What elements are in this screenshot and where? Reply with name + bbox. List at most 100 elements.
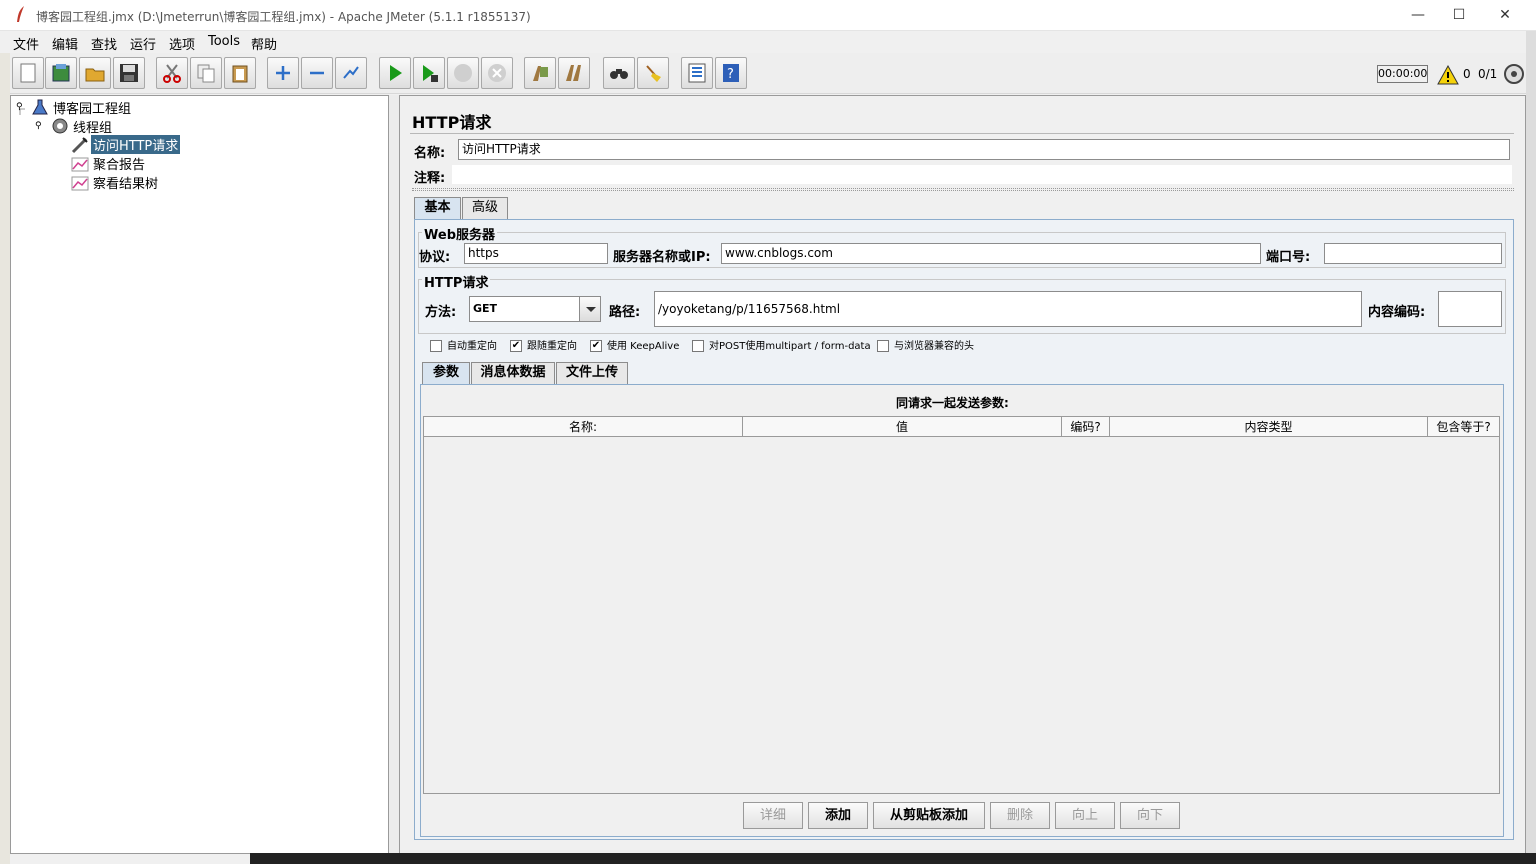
up-button[interactable]: 向上 [1055, 802, 1115, 829]
tree-node-aggregate-report[interactable]: 聚合报告 [93, 154, 145, 173]
thread-count: 0/1 [1478, 67, 1498, 81]
checkbox-follow-redirects[interactable]: ✔ 跟随重定向 [510, 337, 577, 352]
maximize-button[interactable]: ☐ [1436, 0, 1482, 31]
new-icon[interactable] [12, 57, 44, 89]
server-label: 服务器名称或IP: [613, 250, 711, 265]
split-pane-divider[interactable] [389, 95, 399, 854]
checkbox-browser-headers[interactable]: 与浏览器兼容的头 [877, 337, 974, 352]
tree-node-view-results-tree[interactable]: 察看结果树 [93, 173, 158, 192]
warning-icon[interactable] [1437, 65, 1459, 85]
menu-bar: 文件 编辑 查找 运行 选项 Tools 帮助 [10, 31, 1526, 53]
toggle-icon[interactable] [335, 57, 367, 89]
function-helper-icon[interactable] [681, 57, 713, 89]
port-label: 端口号: [1266, 250, 1311, 265]
listener-icon [71, 176, 89, 191]
clear-all-icon[interactable] [558, 57, 590, 89]
column-encode[interactable]: 编码? [1062, 417, 1110, 438]
http-request-panel: HTTP请求 名称: 访问HTTP请求 注释: 基本 高级 Web服务器 协议:… [399, 95, 1526, 854]
tab-parameters[interactable]: 参数 [422, 362, 470, 384]
column-value[interactable]: 值 [743, 417, 1062, 438]
checkbox-box[interactable] [877, 340, 889, 352]
method-dropdown-button[interactable] [579, 297, 600, 321]
add-from-clipboard-button[interactable]: 从剪贴板添加 [873, 802, 985, 829]
reset-search-icon[interactable] [637, 57, 669, 89]
collapse-handle[interactable]: ⚲ [35, 121, 42, 131]
copy-icon[interactable] [190, 57, 222, 89]
chevron-down-icon [586, 307, 596, 312]
stop-icon[interactable] [447, 57, 479, 89]
expand-icon[interactable] [267, 57, 299, 89]
checkbox-label: 自动重定向 [447, 341, 497, 352]
collapse-icon[interactable] [301, 57, 333, 89]
start-icon[interactable] [379, 57, 411, 89]
protocol-field[interactable]: https [464, 243, 608, 264]
name-label: 名称: [414, 146, 446, 161]
checkbox-label: 对POST使用multipart / form-data [709, 341, 871, 352]
tree-node-http-request[interactable]: 访问HTTP请求 [91, 135, 181, 154]
background-strip [0, 53, 10, 864]
background-strip-bottom [250, 853, 1536, 864]
encoding-field[interactable] [1438, 291, 1502, 327]
comment-field[interactable] [452, 165, 1512, 184]
start-no-pause-icon[interactable] [413, 57, 445, 89]
templates-icon[interactable] [45, 57, 77, 89]
protocol-label: 协议: [419, 250, 451, 265]
port-field[interactable] [1324, 243, 1502, 264]
checkbox-box[interactable] [430, 340, 442, 352]
menu-tools[interactable]: Tools [208, 34, 240, 49]
add-button[interactable]: 添加 [808, 802, 868, 829]
path-field[interactable]: /yoyoketang/p/11657568.html [654, 291, 1362, 327]
cut-icon[interactable] [156, 57, 188, 89]
separator [410, 133, 1514, 134]
clear-icon[interactable] [524, 57, 556, 89]
checkbox-keepalive[interactable]: ✔ 使用 KeepAlive [590, 337, 679, 352]
parameters-table-body[interactable] [423, 437, 1500, 794]
menu-options[interactable]: 选项 [169, 34, 195, 53]
tab-basic[interactable]: 基本 [414, 197, 461, 219]
remote-status-icon [1504, 64, 1524, 84]
checkbox-box[interactable]: ✔ [510, 340, 522, 352]
elapsed-timer: 00:00:00 [1377, 65, 1428, 83]
path-label: 路径: [609, 305, 641, 320]
tab-file-upload[interactable]: 文件上传 [556, 362, 628, 384]
down-button[interactable]: 向下 [1120, 802, 1180, 829]
server-field[interactable]: www.cnblogs.com [721, 243, 1261, 264]
checkbox-box[interactable] [692, 340, 704, 352]
window-title: 博客园工程组.jmx (D:\Jmeterrun\博客园工程组.jmx) - A… [36, 10, 531, 24]
table-header: 名称: 值 编码? 内容类型 包含等于? [423, 416, 1500, 438]
tab-body-data[interactable]: 消息体数据 [471, 362, 555, 384]
name-field[interactable]: 访问HTTP请求 [458, 139, 1510, 160]
paste-icon[interactable] [224, 57, 256, 89]
column-content-type[interactable]: 内容类型 [1110, 417, 1428, 438]
close-button[interactable]: ✕ [1482, 0, 1528, 31]
open-icon[interactable] [79, 57, 111, 89]
menu-run[interactable]: 运行 [130, 34, 156, 53]
minimize-button[interactable]: — [1395, 0, 1441, 31]
checkbox-auto-redirect[interactable]: 自动重定向 [430, 337, 497, 352]
menu-edit[interactable]: 编辑 [52, 34, 78, 53]
checkbox-label: 与浏览器兼容的头 [894, 341, 974, 352]
menu-file[interactable]: 文件 [13, 34, 39, 53]
splitter[interactable] [412, 188, 1514, 191]
tree-node-thread-group[interactable]: 线程组 [73, 117, 112, 136]
comment-label: 注释: [414, 171, 446, 186]
checkbox-multipart[interactable]: 对POST使用multipart / form-data [692, 337, 871, 352]
column-name[interactable]: 名称: [424, 417, 743, 438]
tree-node-test-plan[interactable]: 博客园工程组 [53, 98, 131, 117]
menu-search[interactable]: 查找 [91, 34, 117, 53]
panel-title: HTTP请求 [412, 113, 492, 132]
help-icon[interactable]: ? [715, 57, 747, 89]
shutdown-icon[interactable] [481, 57, 513, 89]
column-include-equals[interactable]: 包含等于? [1428, 417, 1499, 438]
save-icon[interactable] [113, 57, 145, 89]
delete-button[interactable]: 删除 [990, 802, 1050, 829]
method-label: 方法: [425, 305, 457, 320]
detail-button[interactable]: 详细 [743, 802, 803, 829]
collapse-handle[interactable]: ⚲ [16, 102, 23, 112]
search-icon[interactable] [603, 57, 635, 89]
tab-advanced[interactable]: 高级 [462, 197, 508, 219]
thread-group-icon [52, 118, 68, 134]
checkbox-box[interactable]: ✔ [590, 340, 602, 352]
menu-help[interactable]: 帮助 [251, 34, 277, 53]
checkbox-label: 跟随重定向 [527, 341, 577, 352]
